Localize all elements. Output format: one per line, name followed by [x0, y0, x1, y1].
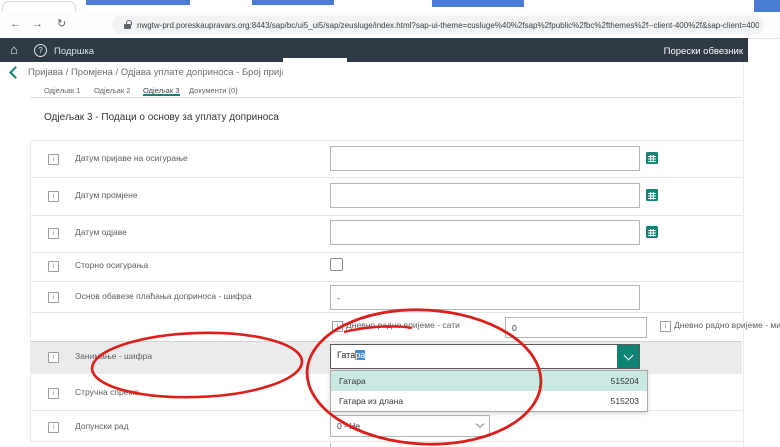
info-icon[interactable]: i [48, 422, 59, 433]
back-icon[interactable]: ← [10, 19, 21, 30]
select-value: 0 - Не [337, 421, 360, 431]
app-header-bar [0, 38, 748, 62]
info-icon[interactable]: i [660, 321, 671, 332]
url-text[interactable]: nwgtw-prd.poreskaupravars.org:8443/sap/b… [137, 21, 759, 30]
help-icon[interactable]: ? [34, 44, 47, 57]
field-label-datum-promjene: Датум промјене [75, 190, 138, 200]
info-icon[interactable]: i [48, 154, 59, 165]
calendar-icon[interactable] [646, 226, 658, 238]
field-label-datum-odjave: Датум одјаве [75, 227, 127, 237]
titlebar-fragment [432, 0, 524, 7]
row-divider [30, 281, 742, 282]
storno-checkbox[interactable] [330, 258, 343, 271]
dropdown-item-code: 515203 [611, 396, 639, 406]
field-label-sati: Дневно радно вријеме - сати [346, 320, 460, 330]
combobox-dropdown-button[interactable] [617, 345, 639, 368]
row-divider [30, 140, 742, 141]
tab-odjeljak-1[interactable]: Одјељак 1 [44, 86, 80, 95]
datum-promjene-input[interactable] [330, 183, 640, 208]
osnov-input[interactable] [330, 285, 640, 310]
dropdown-item-code: 515204 [611, 376, 639, 386]
titlebar-fragment [252, 0, 334, 5]
panel-left-border [30, 140, 31, 442]
occupation-dropdown-list: Гатара 515204 Гатара из длана 515203 [330, 370, 648, 412]
sati-input[interactable] [505, 317, 647, 338]
tab-dokumenti[interactable]: Документи (0) [189, 86, 238, 95]
datum-odjave-input[interactable] [330, 220, 640, 245]
field-label-dopunski-rad: Допунски рад [75, 421, 129, 431]
section-title: Одјељак 3 - Подаци о основу за уплату до… [44, 112, 279, 123]
info-icon[interactable]: i [48, 292, 59, 303]
reload-icon[interactable]: ↻ [57, 19, 66, 30]
forward-icon[interactable]: → [32, 19, 43, 30]
panel-right-border [743, 62, 744, 447]
titlebar-fragment [754, 0, 780, 12]
chevron-down-icon [477, 423, 483, 427]
help-glyph: ? [38, 46, 42, 55]
field-label-osnov: Основ обавезе плаћања доприноса - шифра [75, 291, 252, 301]
info-icon[interactable]: i [48, 352, 59, 363]
support-link[interactable]: Подршка [54, 46, 94, 57]
dropdown-item-name: Гатара из длана [339, 396, 403, 406]
row-divider [30, 252, 742, 253]
redaction-box [283, 58, 347, 96]
info-icon[interactable]: i [48, 228, 59, 239]
combobox-value: Гатара [337, 350, 365, 360]
field-label-zanimanje: Занимање - шифра [75, 351, 152, 361]
row-divider [30, 215, 742, 216]
zanimanje-combobox[interactable]: Гатара [330, 344, 640, 369]
info-icon[interactable]: i [332, 321, 343, 332]
active-tab-underline [143, 94, 180, 96]
chevron-down-icon [623, 350, 633, 360]
dropdown-item-name: Гатара [339, 376, 366, 386]
calendar-icon[interactable] [646, 189, 658, 201]
dopunski-rad-select[interactable]: 0 - Не [330, 415, 490, 437]
home-icon[interactable]: ⌂ [10, 42, 18, 57]
breadcrumb: Пријава / Промјена / Одјава уплате допри… [28, 67, 300, 78]
autocomplete-selection: ра [355, 350, 365, 360]
titlebar-fragment [86, 0, 190, 5]
screenshot-root: ← → ↻ nwgtw-prd.poreskaupravars.org:8443… [0, 0, 780, 447]
back-chevron-icon[interactable] [9, 66, 22, 79]
dropdown-item-gatara-iz-dlana[interactable]: Гатара из длана 515203 [331, 391, 647, 411]
field-label-datum-prijave: Датум пријаве на осигурање [75, 153, 188, 163]
row-divider [30, 312, 742, 313]
datum-prijave-input[interactable] [330, 146, 640, 171]
tab-odjeljak-2[interactable]: Одјељак 2 [94, 86, 130, 95]
field-label-strucna-sprema: Стручна спрема [75, 387, 139, 397]
dropdown-item-gatara[interactable]: Гатара 515204 [331, 371, 647, 391]
row-divider [30, 441, 742, 442]
field-label-minuti: Дневно радно вријеме - минути [674, 320, 780, 330]
row-divider [30, 177, 742, 178]
tabs-divider [30, 97, 742, 98]
info-icon[interactable]: i [48, 261, 59, 272]
lock-icon-body [124, 24, 131, 29]
taxpayer-label: Порески обвезник [664, 46, 743, 57]
info-icon[interactable]: i [48, 388, 59, 399]
field-label-storno: Сторно осигурања [75, 260, 148, 270]
calendar-icon[interactable] [646, 152, 658, 164]
info-icon[interactable]: i [48, 191, 59, 202]
next-input-edge [330, 443, 331, 447]
